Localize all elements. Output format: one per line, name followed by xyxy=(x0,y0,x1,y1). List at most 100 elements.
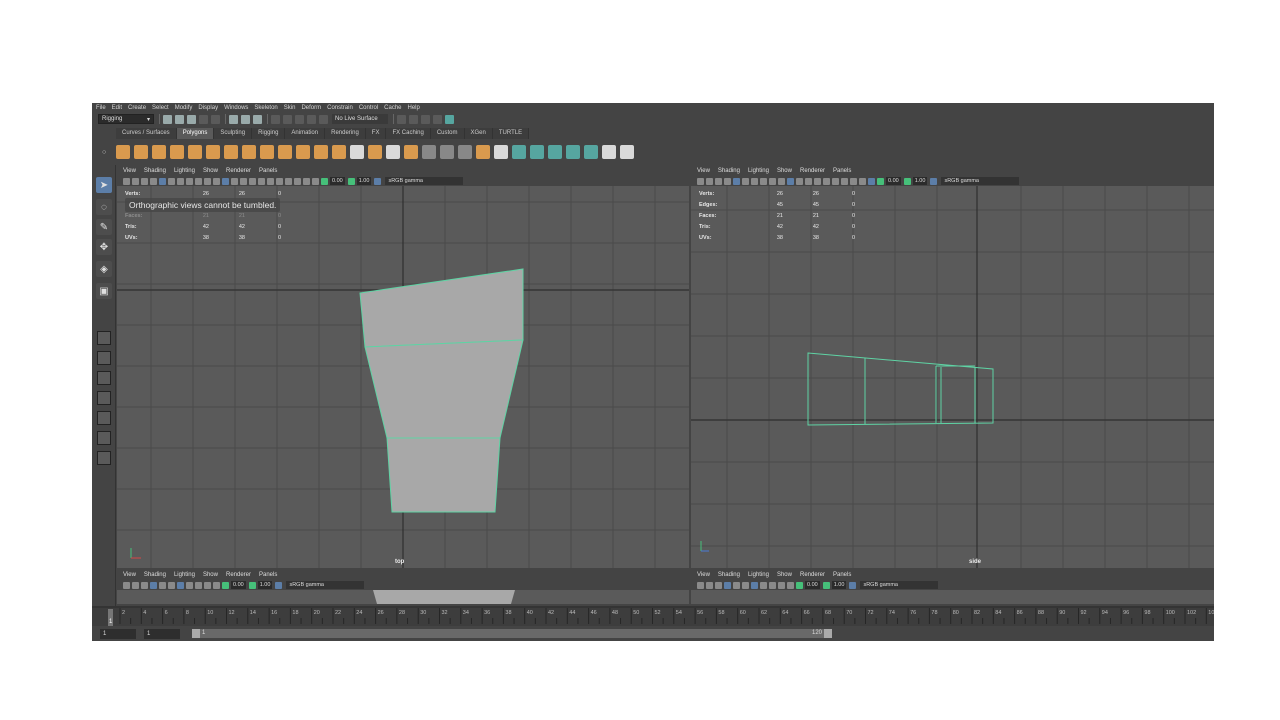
range-end-handle[interactable] xyxy=(824,629,832,638)
panel-menu-view[interactable]: View xyxy=(697,168,710,174)
shelf-tab-rigging[interactable]: Rigging xyxy=(252,128,286,139)
panel-menu-view[interactable]: View xyxy=(697,572,710,578)
menu-cache[interactable]: Cache xyxy=(384,105,401,111)
panel-menu-lighting[interactable]: Lighting xyxy=(748,572,769,578)
shelf-tab-custom[interactable]: Custom xyxy=(430,128,465,139)
redo-icon[interactable] xyxy=(211,114,220,124)
top-viewport-canvas[interactable] xyxy=(117,186,689,568)
menu-edit[interactable]: Edit xyxy=(112,105,122,111)
wireframe-on-shaded-icon[interactable] xyxy=(805,177,812,185)
bevel-icon[interactable] xyxy=(368,145,382,159)
panel-menu-lighting[interactable]: Lighting xyxy=(748,168,769,174)
menu-control[interactable]: Control xyxy=(359,105,378,111)
separate-icon[interactable] xyxy=(278,145,292,159)
paint-select-tool-icon[interactable]: ✎ xyxy=(96,219,112,235)
poly-sphere-icon[interactable] xyxy=(116,145,130,159)
snap-view-plane-icon[interactable] xyxy=(307,114,316,124)
panel-menu-show[interactable]: Show xyxy=(203,572,218,578)
safe-action-icon[interactable] xyxy=(778,177,785,185)
range-start-handle[interactable] xyxy=(192,629,200,638)
single-perspective-layout-icon[interactable] xyxy=(97,331,111,345)
poly-pyramid-icon[interactable] xyxy=(224,145,238,159)
panel-menu-shading[interactable]: Shading xyxy=(144,572,166,578)
lights-icon[interactable] xyxy=(195,581,202,589)
multi-cut-icon[interactable] xyxy=(440,145,454,159)
panel-menu-show[interactable]: Show xyxy=(777,168,792,174)
combine-icon[interactable] xyxy=(260,145,274,159)
shelf-tab-curves-surfaces[interactable]: Curves / Surfaces xyxy=(116,128,177,139)
smooth-shade-icon[interactable] xyxy=(231,177,238,185)
gamma-icon[interactable] xyxy=(248,581,256,589)
xray-joints-icon[interactable] xyxy=(303,177,310,185)
shelf-tab-fx-caching[interactable]: FX Caching xyxy=(386,128,431,139)
panel-menu-shading[interactable]: Shading xyxy=(718,572,740,578)
panel-menu-view[interactable]: View xyxy=(123,168,136,174)
playback-range-slider[interactable]: 1 120 xyxy=(192,629,832,638)
shelf-options-icon[interactable]: ○ xyxy=(102,149,116,156)
wireframe-icon[interactable] xyxy=(177,581,184,589)
film-gate-icon[interactable] xyxy=(159,581,166,589)
exposure-field[interactable]: 0.00 xyxy=(886,177,901,185)
bottom-left-viewport[interactable] xyxy=(117,590,689,604)
poly-cube-icon[interactable] xyxy=(134,145,148,159)
wireframe-icon[interactable] xyxy=(222,177,229,185)
view-transform-dropdown[interactable]: sRGB gamma xyxy=(941,177,1020,185)
extrude-icon[interactable] xyxy=(404,145,418,159)
xray-icon[interactable] xyxy=(249,177,256,185)
gate-mask-icon[interactable] xyxy=(186,177,193,185)
menu-help[interactable]: Help xyxy=(408,105,420,111)
isolate-select-icon[interactable] xyxy=(213,581,220,589)
camera-bookmark-icon[interactable] xyxy=(132,581,139,589)
lasso-tool-icon[interactable]: ◌ xyxy=(96,199,112,215)
grease-pencil-icon[interactable] xyxy=(724,177,731,185)
hypershade-icon[interactable] xyxy=(445,114,454,124)
isolate-select-icon[interactable] xyxy=(787,581,794,589)
color-management-icon[interactable] xyxy=(849,581,857,589)
safe-title-icon[interactable] xyxy=(213,177,220,185)
wireframe-on-shaded-icon[interactable] xyxy=(240,177,247,185)
exposure-icon[interactable] xyxy=(222,581,229,589)
poly-plane-icon[interactable] xyxy=(188,145,202,159)
motion-blur-icon[interactable] xyxy=(850,177,857,185)
panel-menu-panels[interactable]: Panels xyxy=(259,168,277,174)
shelf-tab-sculpting[interactable]: Sculpting xyxy=(214,128,253,139)
merge-icon[interactable] xyxy=(494,145,508,159)
image-plane-icon[interactable] xyxy=(141,177,148,185)
camera-bookmark-icon[interactable] xyxy=(706,581,713,589)
panel-menu-view[interactable]: View xyxy=(123,572,136,578)
hypershade-layout-icon[interactable] xyxy=(97,431,111,445)
top-viewport[interactable]: Orthographic views cannot be tumbled. Ve… xyxy=(117,186,689,568)
menu-select[interactable]: Select xyxy=(152,105,169,111)
render-settings-icon[interactable] xyxy=(433,114,442,124)
resolution-gate-icon[interactable] xyxy=(751,177,758,185)
gamma-field[interactable]: 1.00 xyxy=(257,581,273,589)
film-gate-icon[interactable] xyxy=(742,177,749,185)
view-transform-dropdown[interactable]: sRGB gamma xyxy=(860,581,939,589)
panel-menu-show[interactable]: Show xyxy=(777,572,792,578)
xray-icon[interactable] xyxy=(814,177,821,185)
camera-attributes-icon[interactable] xyxy=(123,581,130,589)
gamma-icon[interactable] xyxy=(903,177,911,185)
time-slider[interactable]: 1 2 4 6 8 10 12 14 16 18 20 22 24 26 28 30 32 34 36 38 40 42… xyxy=(92,606,1214,626)
resolution-gate-icon[interactable] xyxy=(742,581,749,589)
uv-planar-icon[interactable] xyxy=(512,145,526,159)
hist-icon[interactable] xyxy=(620,145,634,159)
menu-constrain[interactable]: Constrain xyxy=(327,105,353,111)
new-scene-icon[interactable] xyxy=(163,114,172,124)
uv-automatic-icon[interactable] xyxy=(566,145,580,159)
shelf-tab-xgen[interactable]: XGen xyxy=(464,128,493,139)
wireframe-icon[interactable] xyxy=(787,177,794,185)
exposure-icon[interactable] xyxy=(796,581,803,589)
extract-icon[interactable] xyxy=(296,145,310,159)
exposure-field[interactable]: 0.00 xyxy=(330,177,345,185)
move-tool-icon[interactable]: ✥ xyxy=(96,239,112,255)
shadows-icon[interactable] xyxy=(832,177,839,185)
save-scene-icon[interactable] xyxy=(187,114,196,124)
isolate-select-icon[interactable] xyxy=(859,177,866,185)
scale-tool-icon[interactable]: ▣ xyxy=(96,283,112,299)
snap-point-icon[interactable] xyxy=(295,114,304,124)
shelf-tab-polygons[interactable]: Polygons xyxy=(176,128,215,139)
shelf-tab-animation[interactable]: Animation xyxy=(285,128,326,139)
panel-menu-renderer[interactable]: Renderer xyxy=(226,572,251,578)
append-polygon-icon[interactable] xyxy=(422,145,436,159)
